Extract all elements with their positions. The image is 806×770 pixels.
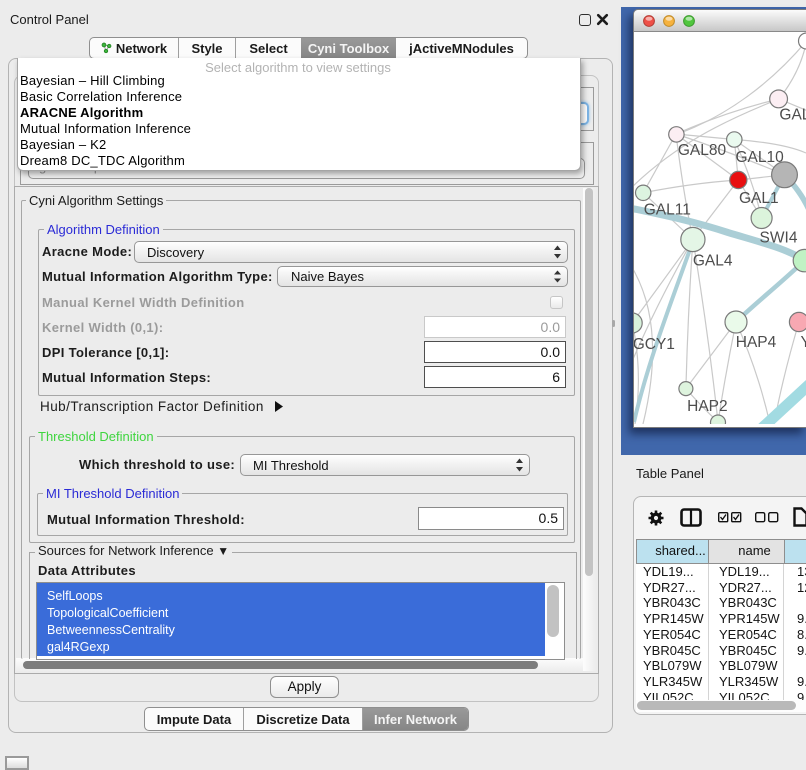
svg-text:GAL1: GAL1 [739, 190, 779, 207]
svg-text:GAL4: GAL4 [693, 253, 733, 270]
svg-text:HAP4: HAP4 [736, 334, 777, 351]
svg-text:GCY1: GCY1 [634, 336, 675, 353]
svg-text:GAL10: GAL10 [735, 149, 784, 166]
svg-text:GAL80: GAL80 [678, 142, 727, 159]
svg-text:GAL7: GAL7 [779, 107, 806, 124]
svg-text:SWI4: SWI4 [760, 230, 798, 247]
svg-text:YI: YI [801, 334, 806, 351]
svg-text:HAP2: HAP2 [687, 398, 728, 415]
svg-text:GAL11: GAL11 [644, 201, 691, 218]
